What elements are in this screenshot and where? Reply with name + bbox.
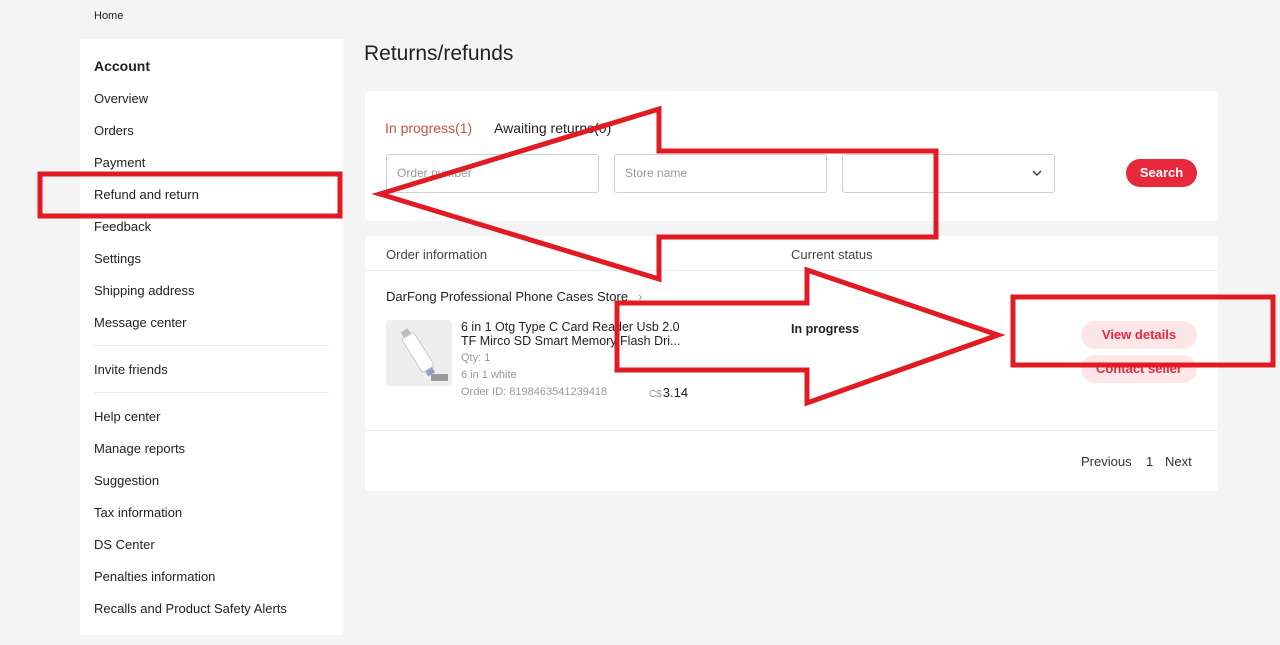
price-value: 3.14 xyxy=(662,385,689,400)
sidebar-item-payment[interactable]: Payment xyxy=(94,155,145,170)
card-reader-image xyxy=(386,320,452,386)
tab-in-progress[interactable]: In progress(1) xyxy=(385,120,472,136)
sidebar-heading: Account xyxy=(94,58,150,74)
sidebar-item-ds-center[interactable]: DS Center xyxy=(94,537,155,552)
store-name-input[interactable]: Store name xyxy=(614,154,827,193)
sidebar-item-invite-friends[interactable]: Invite friends xyxy=(94,362,168,377)
page-title: Returns/refunds xyxy=(364,42,514,65)
product-variant: 6 in 1 white xyxy=(461,369,517,381)
store-link[interactable]: DarFong Professional Phone Cases Store › xyxy=(386,289,642,304)
order-id: Order ID: 8198463541239418 xyxy=(461,386,608,398)
status-text: In progress xyxy=(791,322,860,336)
column-header-order-information: Order information xyxy=(386,247,488,262)
returns-list-card: Order information Current status DarFong… xyxy=(365,236,1218,491)
pagination-next[interactable]: Next xyxy=(1165,454,1192,469)
status-select[interactable] xyxy=(842,154,1055,193)
account-sidebar: Account Overview Orders Payment Refund a… xyxy=(80,39,343,635)
pagination-previous[interactable]: Previous xyxy=(1081,454,1132,469)
sidebar-item-tax-information[interactable]: Tax information xyxy=(94,505,182,520)
product-price: C$3.14 xyxy=(649,385,688,400)
sidebar-item-orders[interactable]: Orders xyxy=(94,123,134,138)
contact-seller-button[interactable]: Contact seller xyxy=(1081,355,1197,383)
store-name: DarFong Professional Phone Cases Store xyxy=(386,289,629,304)
product-qty: Qty: 1 xyxy=(461,352,491,364)
sidebar-divider xyxy=(94,392,329,393)
sidebar-item-penalties-information[interactable]: Penalties information xyxy=(94,569,215,584)
search-button[interactable]: Search xyxy=(1126,159,1197,187)
sidebar-item-shipping-address[interactable]: Shipping address xyxy=(94,283,194,298)
sidebar-item-recalls-safety-alerts[interactable]: Recalls and Product Safety Alerts xyxy=(94,601,287,616)
filter-card: In progress(1) Awaiting returns(0) Order… xyxy=(365,91,1218,221)
pagination-page-1[interactable]: 1 xyxy=(1146,454,1153,469)
sidebar-item-suggestion[interactable]: Suggestion xyxy=(94,473,159,488)
sidebar-item-help-center[interactable]: Help center xyxy=(94,409,160,424)
sidebar-divider xyxy=(94,345,329,346)
view-details-button[interactable]: View details xyxy=(1081,321,1197,349)
price-currency: C$ xyxy=(649,389,662,400)
chevron-right-icon: › xyxy=(638,289,643,304)
breadcrumb[interactable]: Home xyxy=(94,10,123,22)
sidebar-item-manage-reports[interactable]: Manage reports xyxy=(94,441,185,456)
product-thumbnail[interactable] xyxy=(386,320,452,386)
sidebar-item-feedback[interactable]: Feedback xyxy=(94,219,151,234)
sidebar-item-settings[interactable]: Settings xyxy=(94,251,141,266)
order-number-input[interactable]: Order number xyxy=(386,154,599,193)
tab-awaiting-returns[interactable]: Awaiting returns(0) xyxy=(494,120,611,136)
sidebar-item-overview[interactable]: Overview xyxy=(94,91,148,106)
header-divider xyxy=(365,270,1218,271)
sidebar-item-refund-and-return[interactable]: Refund and return xyxy=(94,187,199,202)
chevron-down-icon xyxy=(1032,170,1042,176)
product-name[interactable]: 6 in 1 Otg Type C Card Reader Usb 2.0 TF… xyxy=(461,320,691,348)
column-header-current-status: Current status xyxy=(791,247,873,262)
row-divider xyxy=(365,430,1218,431)
sidebar-item-message-center[interactable]: Message center xyxy=(94,315,187,330)
